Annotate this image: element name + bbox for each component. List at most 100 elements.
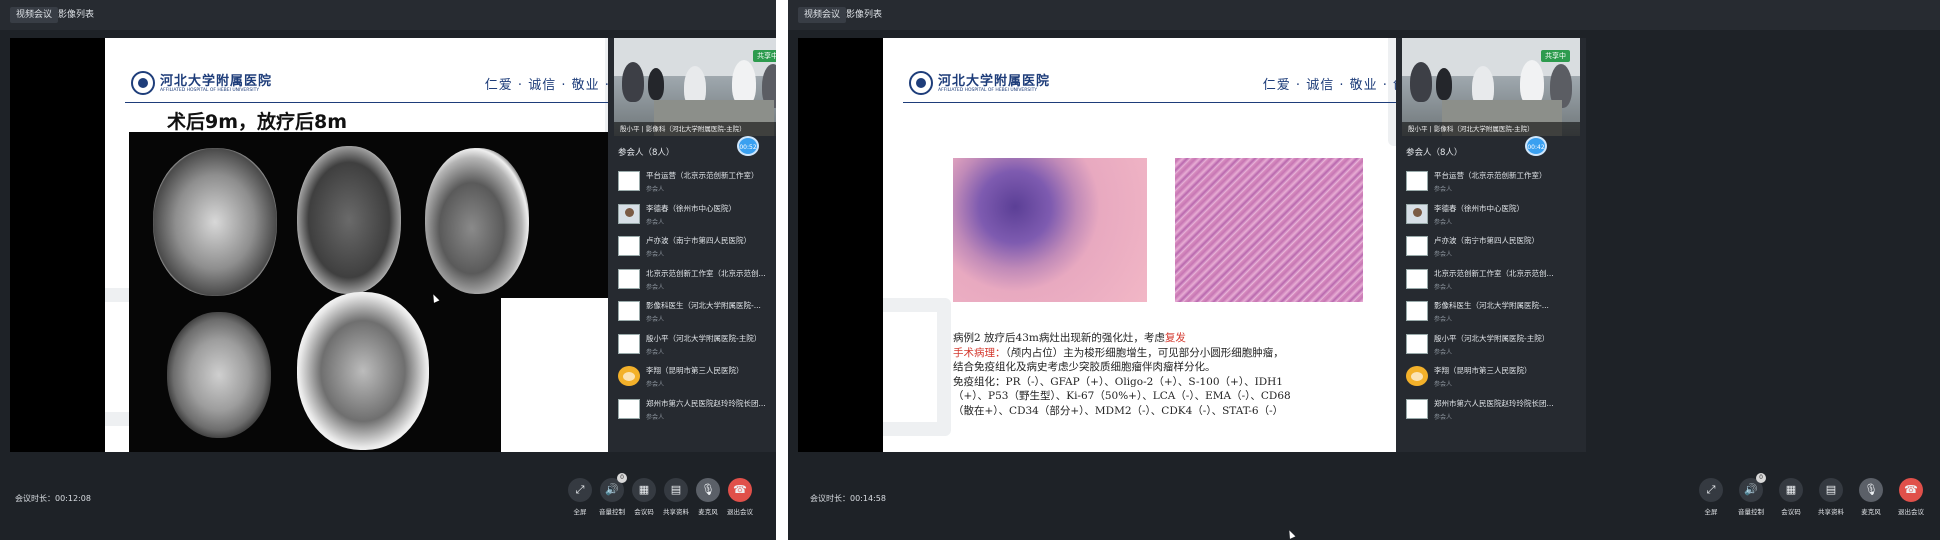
finding-text: 病例2 放疗后43m病灶出现新的强化灶，考虑 xyxy=(953,332,1165,344)
participant-item[interactable]: 卢亦波（南宁市第四人民医院） 参会人 xyxy=(614,229,776,261)
pathology-findings: 病例2 放疗后43m病灶出现新的强化灶，考虑复发 手术病理：（颅内占位）主为梭形… xyxy=(953,331,1413,418)
qrcode-icon: ▦ xyxy=(1779,478,1803,502)
finding-line: 手术病理：（颅内占位）主为梭形细胞增生，可见部分小圆形细胞肿瘤， xyxy=(953,346,1413,361)
histology-image-low-power xyxy=(953,158,1147,302)
speaking-timer: 00:42 xyxy=(1525,136,1547,156)
presenter-video[interactable]: 共享中 殷小平 | 影像科（河北大学附属医院-主院） xyxy=(1402,38,1580,136)
leave-meeting-button[interactable]: ☎ 退出会议 xyxy=(1891,478,1931,518)
participant-item[interactable]: 影像科医生（河北大学附属医院-... 参会人 xyxy=(614,294,776,326)
participant-role: 参会人 xyxy=(646,348,665,356)
participant-role: 参会人 xyxy=(1434,218,1453,226)
participant-item[interactable]: 北京示范创新工作室（北京示范创... 参会人 xyxy=(1402,262,1580,294)
participant-list: 平台运营（北京示范创新工作室） 参会人 李德春（徐州市中心医院） 参会人 卢亦波（南… xyxy=(1402,164,1580,424)
person-figure xyxy=(622,62,644,102)
person-figure xyxy=(1436,68,1452,100)
person-figure xyxy=(648,68,664,100)
hospital-logo-icon xyxy=(131,71,155,95)
header-divider xyxy=(125,102,643,103)
participant-name: 郑州市第六人民医院赵玲玲院长团... xyxy=(1434,398,1554,408)
tab-image-list[interactable]: 影像列表 xyxy=(840,7,888,23)
participant-role: 参会人 xyxy=(646,381,665,388)
avatar xyxy=(618,333,640,354)
fullscreen-icon: ⤢ xyxy=(1699,478,1723,502)
participant-name: 北京示范创新工作室（北京示范创... xyxy=(646,268,766,278)
avatar xyxy=(1406,301,1428,321)
participant-item[interactable]: 殷小平（河北大学附属医院-主院） 参会人 xyxy=(1402,327,1580,359)
presenter-video[interactable]: 共享中 殷小平 | 影像科（河北大学附属医院-主院） xyxy=(614,38,776,136)
slide-header: 河北大学附属医院 AFFILIATED HOSPITAL OF HEBEI UN… xyxy=(883,62,1441,103)
mri-image-panel xyxy=(129,132,639,452)
tab-bar: 视频会议 影像列表 xyxy=(788,0,1940,30)
participant-name: 平台运营（北京示范创新工作室） xyxy=(1434,171,1547,180)
tab-video-meeting[interactable]: 视频会议 xyxy=(798,7,847,23)
tab-bar: 视频会议 影像列表 xyxy=(0,0,776,30)
mri-scan-t1-contrast xyxy=(425,148,529,294)
microphone-icon: 🎙 xyxy=(1859,478,1883,502)
share-doc-icon: ▤ xyxy=(1819,478,1843,502)
participant-item[interactable]: 平台运营（北京示范创新工作室） 参会人 xyxy=(614,164,776,196)
participant-item[interactable]: 影像科医生（河北大学附属医院-... 参会人 xyxy=(1402,294,1580,326)
avatar xyxy=(1406,203,1428,224)
participant-role: 参会人 xyxy=(1434,413,1453,421)
hospital-name: 河北大学附属医院 xyxy=(938,74,1051,89)
presentation-slide: 河北大学附属医院 AFFILIATED HOSPITAL OF HEBEI UN… xyxy=(105,38,663,452)
participant-item[interactable]: 郑州市第六人民医院赵玲玲院长团... 参会人 xyxy=(614,392,776,424)
control-bar: 会议时长：00:14:58 ⤢ 全屏 🔊 0 音量控制 ▦ 会议码 ▤ 共享资料 🎙 麦克风… xyxy=(788,462,1940,540)
participant-item[interactable]: 李翔（昆明市第三人民医院） 参会人 xyxy=(614,359,776,391)
left-more-controls xyxy=(0,462,776,540)
participant-role: 参会人 xyxy=(646,251,665,258)
participant-name: 卢亦波（南宁市第四人民医院） xyxy=(646,236,751,245)
avatar xyxy=(1406,171,1428,191)
participant-role: 参会人 xyxy=(646,283,665,291)
avatar xyxy=(1406,366,1428,386)
finding-line: 免疫组化：PR（-）、GFAP（+）、Oligo-2（+）、S-100（+）、I… xyxy=(953,375,1283,388)
speaking-timer: 00:52 xyxy=(737,136,759,156)
hospital-name-en: AFFILIATED HOSPITAL OF HEBEI UNIVERSITY xyxy=(938,88,1038,93)
participant-item[interactable]: 平台运营（北京示范创新工作室） 参会人 xyxy=(1402,164,1580,196)
participant-name: 李德春（徐州市中心医院） xyxy=(646,203,736,213)
control-label: 退出会议 xyxy=(1898,508,1924,516)
participant-role: 参会人 xyxy=(646,186,665,193)
participant-item[interactable]: 殷小平（河北大学附属医院-主院） 参会人 xyxy=(614,327,776,359)
avatar xyxy=(618,366,640,386)
hospital-name-en: AFFILIATED HOSPITAL OF HEBEI UNIVERSITY xyxy=(160,88,260,93)
tab-image-list[interactable]: 影像列表 xyxy=(52,7,100,23)
participant-name: 影像科医生（河北大学附属医院-... xyxy=(646,301,761,310)
avatar xyxy=(1406,398,1428,419)
participant-name: 平台运营（北京示范创新工作室） xyxy=(646,171,759,180)
participant-name: 李翔（昆明市第三人民医院） xyxy=(646,366,744,375)
mri-row-bottom xyxy=(129,292,501,452)
recurrence-highlight: 复发 xyxy=(1164,332,1186,344)
participant-role: 参会人 xyxy=(1434,348,1453,356)
participant-role: 参会人 xyxy=(646,413,665,421)
mri-scan-t1 xyxy=(297,146,401,294)
avatar xyxy=(618,236,640,256)
participant-item[interactable]: 李德春（徐州市中心医院） 参会人 xyxy=(1402,197,1580,229)
tab-video-meeting[interactable]: 视频会议 xyxy=(10,7,59,23)
mri-scan-adc xyxy=(297,292,429,450)
participant-name: 李翔（昆明市第三人民医院） xyxy=(1434,366,1532,375)
participant-item[interactable]: 郑州市第六人民医院赵玲玲院长团... 参会人 xyxy=(1402,392,1580,424)
avatar xyxy=(1406,236,1428,256)
presenter-label: 殷小平 | 影像科（河北大学附属医院-主院） xyxy=(1402,122,1580,136)
histology-image-high-power xyxy=(1175,158,1363,302)
mri-row-top xyxy=(129,132,639,298)
volume-badge: 0 xyxy=(1756,473,1766,483)
meeting-window-right: 视频会议 影像列表 河北大学附属医院 AFFILIATED HOSPITAL O… xyxy=(788,0,1940,540)
participant-name: 殷小平（河北大学附属医院-主院） xyxy=(1434,333,1550,343)
presenter-label: 殷小平 | 影像科（河北大学附属医院-主院） xyxy=(614,122,776,136)
participant-item[interactable]: 李翔（昆明市第三人民医院） 参会人 xyxy=(1402,359,1580,391)
participant-item[interactable]: 李德春（徐州市中心医院） 参会人 xyxy=(614,197,776,229)
header-divider xyxy=(903,102,1421,103)
watermark-shape xyxy=(883,298,951,436)
mri-scan-dwi xyxy=(167,312,271,438)
slide-header: 河北大学附属医院 AFFILIATED HOSPITAL OF HEBEI UN… xyxy=(105,62,663,103)
participant-role: 参会人 xyxy=(646,316,665,323)
finding-line: 结合免疫组化及病史考虑少突胶质细胞瘤伴肉瘤样分化。 xyxy=(953,361,1216,373)
participant-role: 参会人 xyxy=(1434,251,1453,258)
meeting-sidebar: 共享中 殷小平 | 影像科（河北大学附属医院-主院） 00:52 参会人（8人）… xyxy=(608,38,776,452)
participant-name: 影像科医生（河北大学附属医院-... xyxy=(1434,301,1549,310)
participant-item[interactable]: 北京示范创新工作室（北京示范创... 参会人 xyxy=(614,262,776,294)
participant-name: 北京示范创新工作室（北京示范创... xyxy=(1434,268,1554,278)
participant-item[interactable]: 卢亦波（南宁市第四人民医院） 参会人 xyxy=(1402,229,1580,261)
